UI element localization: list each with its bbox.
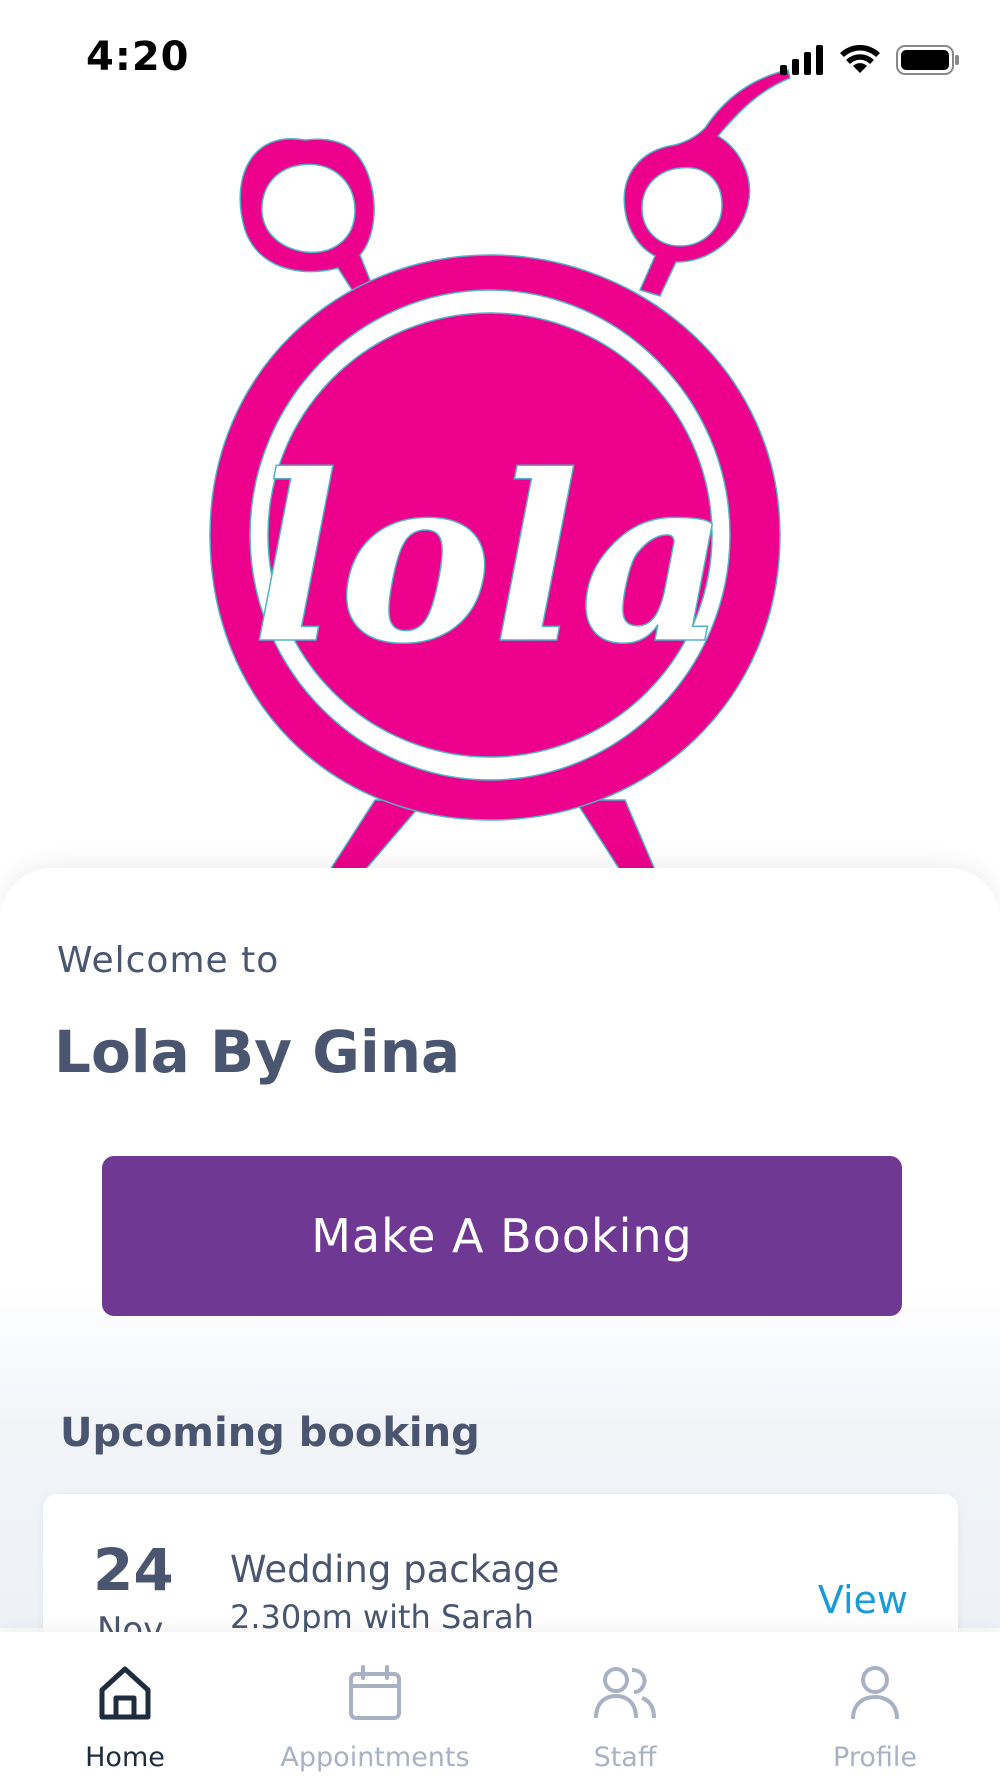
make-booking-button[interactable]: Make A Booking [102,1156,902,1316]
view-booking-link[interactable]: View [818,1578,908,1622]
booking-detail: 2.30pm with Sarah [230,1598,534,1636]
bottom-tab-bar: Home Appointments Staff Profile [0,1632,1000,1778]
booking-day: 24 [93,1536,174,1604]
logo-wordmark: lola [251,425,728,695]
home-content-sheet: Welcome to Lola By Gina Make A Booking U… [0,868,1000,1694]
status-icons [780,44,960,76]
tab-staff[interactable]: Staff [500,1632,750,1778]
hero-banner: lola [0,0,1000,880]
venue-title: Lola By Gina [54,1018,461,1086]
tab-home[interactable]: Home [0,1632,250,1778]
booking-service: Wedding package [230,1548,560,1591]
status-time: 4:20 [86,34,190,80]
salon-logo: lola [209,69,791,871]
user-icon [851,1666,899,1720]
tab-profile-label: Profile [833,1742,917,1773]
status-bar: 4:20 [0,0,1000,120]
home-icon [99,1666,151,1720]
battery-icon [896,45,959,75]
upcoming-section-title: Upcoming booking [60,1410,480,1456]
tab-profile[interactable]: Profile [750,1632,1000,1778]
cellular-signal-icon [780,45,823,75]
tab-appointments[interactable]: Appointments [250,1632,500,1778]
calendar-icon [349,1665,401,1720]
tab-staff-label: Staff [593,1742,657,1773]
people-icon [594,1667,656,1719]
tab-appointments-label: Appointments [280,1742,470,1773]
welcome-subtitle: Welcome to [57,940,280,981]
wifi-icon [840,45,880,73]
tab-home-label: Home [85,1742,165,1773]
